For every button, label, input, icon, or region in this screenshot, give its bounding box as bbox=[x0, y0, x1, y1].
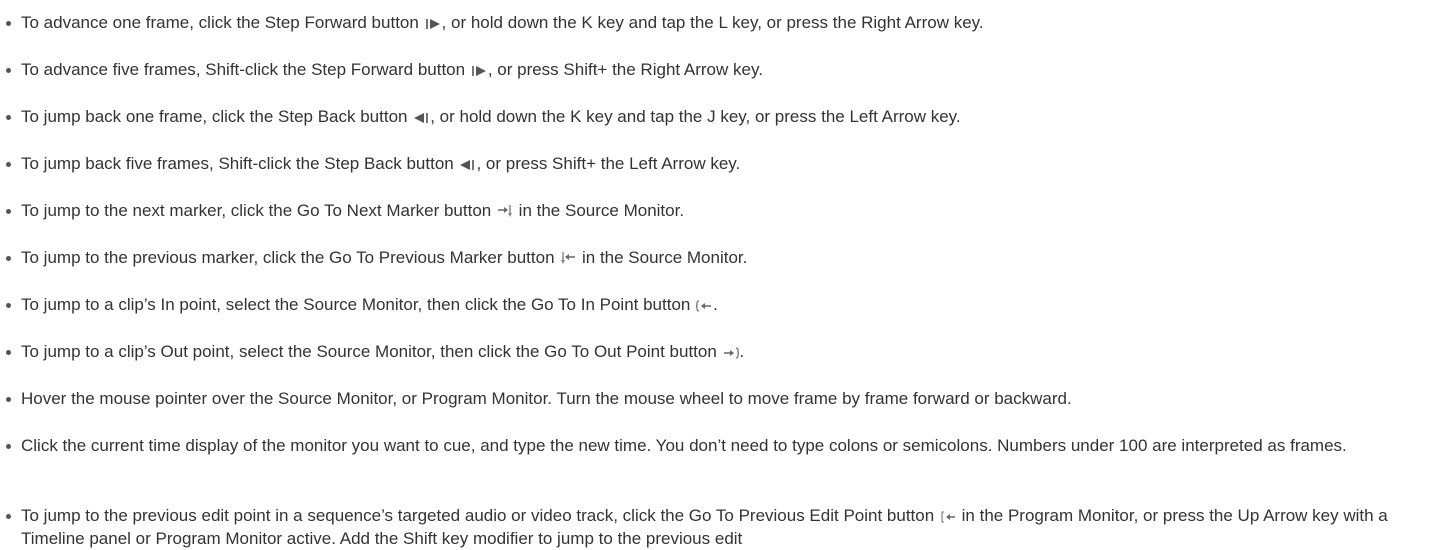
item-text-before: To advance five frames, Shift-click the … bbox=[21, 60, 470, 79]
list-item: To jump to a clip’s Out point, select th… bbox=[0, 340, 1429, 363]
go-to-out-point-icon bbox=[723, 347, 739, 359]
list-item: To advance one frame, click the Step For… bbox=[0, 11, 1429, 34]
item-text-before: To jump back five frames, Shift-click th… bbox=[21, 154, 459, 173]
step-forward-icon bbox=[425, 18, 441, 30]
item-text-after: , or press Shift+ the Left Arrow key. bbox=[476, 154, 741, 173]
item-text: Hover the mouse pointer over the Source … bbox=[21, 389, 1072, 408]
list-item: To jump to the previous edit point in a … bbox=[0, 504, 1429, 550]
item-text-after: in the Source Monitor. bbox=[513, 201, 685, 220]
list-item: Click the current time display of the mo… bbox=[0, 434, 1429, 457]
item-text-before: To jump to the previous marker, click th… bbox=[21, 248, 560, 267]
item-text-before: To jump to the next marker, click the Go… bbox=[21, 201, 496, 220]
step-back-icon bbox=[413, 112, 429, 124]
item-text-before: To jump back one frame, click the Step B… bbox=[21, 107, 413, 126]
list-item: To jump back one frame, click the Step B… bbox=[0, 105, 1429, 128]
list-item: Hover the mouse pointer over the Source … bbox=[0, 387, 1429, 410]
item-text-after: . bbox=[739, 342, 745, 361]
item-text-before: To jump to the previous edit point in a … bbox=[21, 506, 939, 525]
step-back-icon bbox=[459, 159, 475, 171]
list-item: To jump to a clip’s In point, select the… bbox=[0, 293, 1429, 316]
list-item: To jump back five frames, Shift-click th… bbox=[0, 152, 1429, 175]
list-item: To jump to the next marker, click the Go… bbox=[0, 199, 1429, 222]
item-text-after: in the Source Monitor. bbox=[577, 248, 748, 267]
item-text-before: To advance one frame, click the Step For… bbox=[21, 13, 424, 32]
go-to-in-point-icon bbox=[696, 300, 712, 312]
go-to-previous-marker-icon bbox=[560, 251, 576, 265]
item-text-after: , or hold down the K key and tap the L k… bbox=[441, 13, 984, 32]
item-text-after: . bbox=[713, 295, 718, 314]
item-text-after: , or hold down the K key and tap the J k… bbox=[430, 107, 961, 126]
list-item: To advance five frames, Shift-click the … bbox=[0, 58, 1429, 81]
go-to-previous-edit-point-icon bbox=[940, 511, 956, 523]
list-item: To jump to the previous marker, click th… bbox=[0, 246, 1429, 269]
item-text-before: To jump to a clip’s In point, select the… bbox=[21, 295, 696, 314]
step-forward-icon bbox=[471, 65, 487, 77]
item-text-after: , or press Shift+ the Right Arrow key. bbox=[487, 60, 763, 79]
item-text: Click the current time display of the mo… bbox=[21, 436, 1347, 455]
go-to-next-marker-icon bbox=[497, 204, 513, 218]
item-text-before: To jump to a clip’s Out point, select th… bbox=[21, 342, 722, 361]
